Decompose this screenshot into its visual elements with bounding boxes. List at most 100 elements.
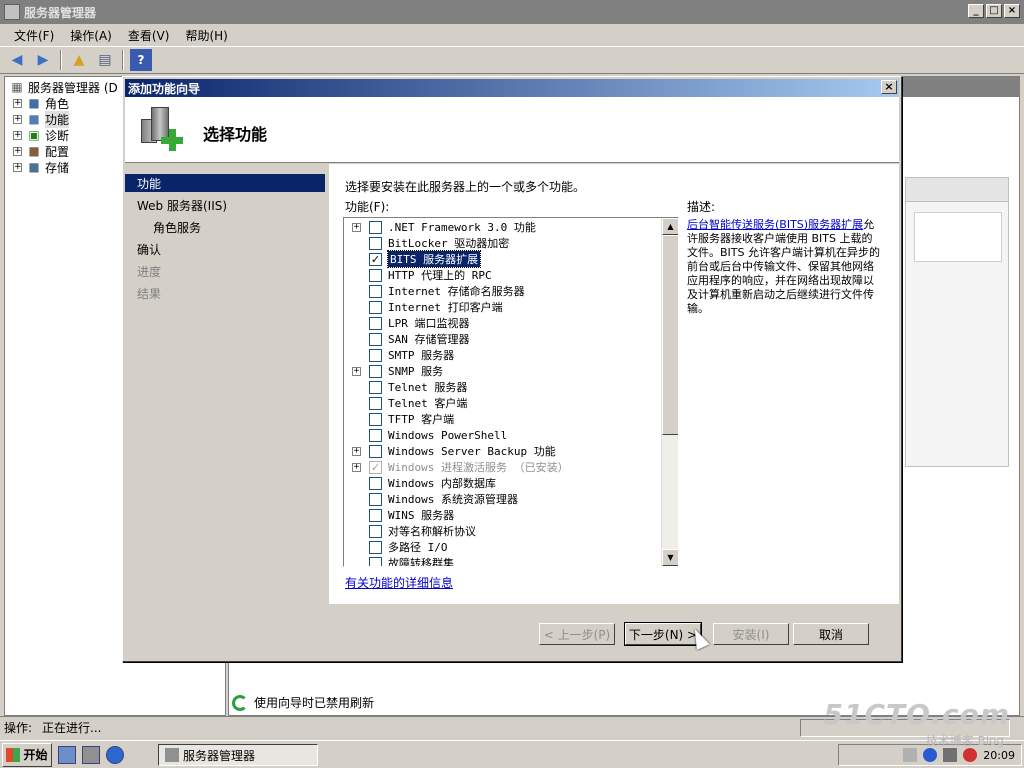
feature-row[interactable]: 故障转移群集 [344,555,454,566]
expand-icon[interactable]: + [352,222,361,232]
feature-checkbox[interactable] [369,492,382,506]
feature-checkbox[interactable] [369,396,382,410]
show-desktop-icon[interactable] [58,745,76,764]
feature-label: LPR 端口监视器 [388,317,470,330]
menu-view[interactable]: 查看(V) [120,27,178,44]
start-button[interactable]: 开始 [2,742,52,767]
feature-checkbox[interactable] [369,476,382,490]
wizard-close-button[interactable]: × [881,80,897,94]
scroll-up-arrow[interactable]: ▲ [662,218,678,235]
features-list[interactable]: + .NET Framework 3.0 功能 BitLocker 驱动器加密 ✓ BI… [343,217,679,567]
feature-checkbox[interactable] [369,300,382,314]
feature-row[interactable]: + Windows Server Backup 功能 [344,443,556,459]
description-link[interactable]: 后台智能传送服务(BITS)服务器扩展 [687,218,863,231]
feature-checkbox[interactable] [369,412,382,426]
expand-icon[interactable]: + [13,114,22,124]
expand-icon[interactable]: + [13,162,22,172]
cancel-button[interactable]: 取消 [793,623,869,645]
feature-row[interactable]: Windows 内部数据库 [344,475,496,491]
feature-row[interactable]: BitLocker 驱动器加密 [344,235,509,251]
step-role-services[interactable]: 角色服务 [125,218,325,236]
previous-button[interactable]: < 上一步(P) [539,623,615,645]
more-info-link[interactable]: 有关功能的详细信息 [345,574,453,591]
clock[interactable]: 20:09 [983,749,1015,762]
step-confirmation[interactable]: 确认 [125,240,325,258]
features-icon: ■ [28,112,40,126]
feature-row[interactable]: LPR 端口监视器 [344,315,470,331]
feature-checkbox[interactable] [369,332,382,346]
feature-row[interactable]: + .NET Framework 3.0 功能 [344,219,536,235]
menu-file[interactable]: 文件(F) [6,27,62,44]
expand-icon[interactable]: + [13,130,22,140]
tree-item-diagnostics[interactable]: + ▣ 诊断 [13,127,69,143]
feature-checkbox[interactable] [369,444,382,458]
tree-item-features[interactable]: + ■ 功能 [13,110,70,128]
up-folder-icon[interactable]: ▲ [68,49,90,71]
feature-checkbox[interactable] [369,284,382,298]
feature-checkbox[interactable] [369,236,382,250]
network-error-icon[interactable] [963,748,978,762]
feature-row[interactable]: TFTP 客户端 [344,411,454,427]
feature-label: BITS 服务器扩展 [386,250,482,268]
feature-row[interactable]: ✓ BITS 服务器扩展 [344,250,482,268]
feature-checkbox[interactable] [369,316,382,330]
feature-row[interactable]: SMTP 服务器 [344,347,454,363]
close-button[interactable]: × [1004,4,1020,18]
feature-checkbox[interactable] [369,428,382,442]
step-web-server[interactable]: Web 服务器(IIS) [125,196,325,214]
feature-checkbox[interactable] [369,348,382,362]
feature-row[interactable]: Internet 打印客户端 [344,299,503,315]
feature-checkbox[interactable] [369,380,382,394]
expand-icon[interactable]: + [352,446,361,456]
help-tray-icon[interactable] [923,748,938,762]
feature-checkbox[interactable]: ✓ [369,252,382,266]
maximize-button[interactable]: □ [986,4,1002,18]
tree-root[interactable]: ▦ 服务器管理器 (D [9,79,117,95]
taskbar-server-manager[interactable]: 服务器管理器 [158,744,318,766]
feature-checkbox[interactable] [369,220,382,234]
feature-row[interactable]: Windows PowerShell [344,427,507,443]
feature-row[interactable]: HTTP 代理上的 RPC [344,267,492,283]
feature-row[interactable]: SAN 存储管理器 [344,331,470,347]
description-label: 描述: [687,200,716,214]
help-icon[interactable]: ? [130,49,152,71]
feature-row[interactable]: WINS 服务器 [344,507,454,523]
expand-icon[interactable]: + [13,98,22,108]
feature-row[interactable]: Windows 系统资源管理器 [344,491,518,507]
back-arrow-icon[interactable]: ◀ [6,49,28,71]
feature-row[interactable]: 对等名称解析协议 [344,523,476,539]
show-hide-tree-icon[interactable]: ▤ [94,49,116,71]
tree-item-roles[interactable]: + ■ 角色 [13,95,69,111]
feature-row[interactable]: + ✓ Windows 进程激活服务 （已安装） [344,459,569,475]
feature-checkbox[interactable] [369,556,382,566]
features-scrollbar[interactable]: ▲ ▼ [661,218,678,566]
feature-row[interactable]: + SNMP 服务 [344,363,443,379]
feature-row[interactable]: 多路径 I/O [344,539,448,555]
feature-row[interactable]: Internet 存储命名服务器 [344,283,525,299]
keyboard-icon[interactable] [903,748,918,762]
feature-row[interactable]: Telnet 服务器 [344,379,467,395]
server-manager-quicklaunch-icon[interactable] [82,745,100,764]
menu-help[interactable]: 帮助(H) [177,27,235,44]
tree-item-storage[interactable]: + ■ 存储 [13,159,69,175]
feature-row[interactable]: Telnet 客户端 [344,395,467,411]
feature-checkbox[interactable] [369,268,382,282]
feature-checkbox[interactable] [369,540,382,554]
tree-item-configuration[interactable]: + ■ 配置 [13,143,69,159]
menu-action[interactable]: 操作(A) [62,27,120,44]
feature-checkbox[interactable] [369,364,382,378]
scroll-down-arrow[interactable]: ▼ [662,549,678,566]
internet-explorer-icon[interactable] [106,745,124,764]
expand-icon[interactable]: + [352,366,361,376]
expand-icon[interactable]: + [13,146,22,156]
feature-checkbox[interactable] [369,508,382,522]
scroll-thumb[interactable] [662,235,678,435]
feature-checkbox[interactable] [369,524,382,538]
step-features[interactable]: 功能 [125,174,325,192]
install-button[interactable]: 安装(I) [713,623,789,645]
minimize-button[interactable]: _ [968,4,984,18]
expand-icon[interactable]: + [352,462,361,472]
network-icon[interactable] [943,748,958,762]
forward-arrow-icon[interactable]: ▶ [32,49,54,71]
feature-label: 多路径 I/O [388,541,448,554]
